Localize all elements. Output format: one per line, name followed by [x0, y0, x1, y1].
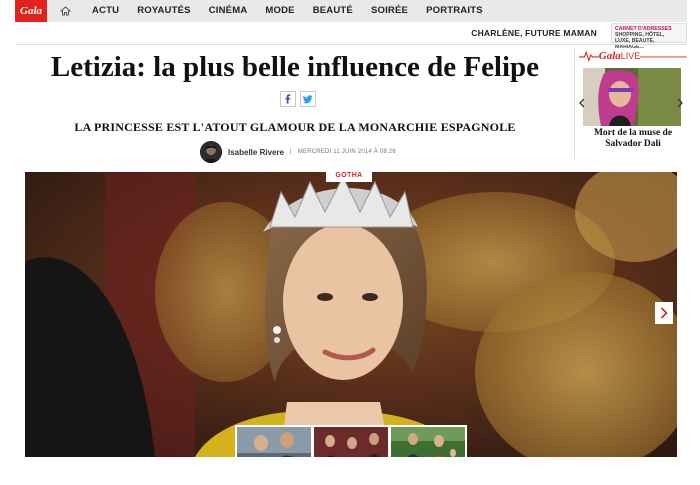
gala-live-logo: GalaLIVE	[599, 50, 641, 62]
trending-link[interactable]: CHARLÈNE, FUTURE MAMAN	[471, 28, 597, 38]
chevron-left-icon[interactable]	[577, 96, 587, 110]
gallery-thumbnail[interactable]	[314, 427, 388, 457]
divider	[15, 44, 687, 45]
gala-live-brand: Gala	[598, 50, 621, 62]
address-book-promo[interactable]: CARNET D'ADRESSES SHOPPING, HÔTEL, LUXE,…	[611, 23, 687, 50]
gala-live-widget: GalaLIVE Mort de la muse de Salvador Dal…	[574, 48, 687, 160]
chevron-right-icon	[660, 307, 668, 319]
gallery-thumbnail[interactable]	[237, 427, 311, 457]
gallery-thumbnails	[235, 425, 467, 457]
gala-live-suffix: LIVE	[620, 51, 641, 61]
gallery-next-button[interactable]	[655, 302, 673, 324]
main-menu: ACTU ROYAUTÉS CINÉMA MODE BEAUTÉ SOIRÉE …	[83, 0, 492, 22]
author-name[interactable]: Isabelle Rivere	[228, 148, 284, 157]
hero-photo	[25, 172, 677, 457]
nav-link-soiree[interactable]: SOIRÉE	[362, 0, 417, 22]
nav-link-actu[interactable]: ACTU	[83, 0, 128, 22]
separator: |	[290, 149, 292, 155]
nav-link-mode[interactable]: MODE	[256, 0, 303, 22]
gala-live-header: GalaLIVE	[575, 48, 687, 64]
nav-link-portraits[interactable]: PORTRAITS	[417, 0, 492, 22]
nav-link-royautes[interactable]: ROYAUTÉS	[128, 0, 200, 22]
hero-illustration	[25, 172, 677, 457]
article-subtitle: LA PRINCESSE EST L'ATOUT GLAMOUR DE LA M…	[74, 120, 516, 134]
chevron-right-icon[interactable]	[675, 96, 685, 110]
nav-link-cinema[interactable]: CINÉMA	[200, 0, 257, 22]
facebook-icon[interactable]	[280, 91, 296, 108]
category-tag[interactable]: GOTHA	[326, 168, 372, 182]
share-buttons	[280, 91, 316, 108]
sub-nav: CHARLÈNE, FUTURE MAMAN CARNET D'ADRESSES…	[15, 22, 687, 50]
gala-live-thumbnail[interactable]	[583, 68, 681, 126]
heartbeat-icon	[579, 50, 599, 62]
gallery-thumbnail[interactable]	[391, 427, 465, 457]
article-title: Letizia: la plus belle influence de Feli…	[50, 51, 540, 83]
article-title-block: Letizia: la plus belle influence de Feli…	[30, 52, 560, 112]
publish-date: MERCREDI 11 JUIN 2014 À 08:26	[297, 149, 396, 155]
home-icon[interactable]	[53, 0, 77, 22]
gala-live-caption[interactable]: Mort de la muse de Salvador Dali	[581, 128, 685, 150]
author-avatar[interactable]	[200, 141, 222, 163]
twitter-icon[interactable]	[300, 91, 316, 108]
gala-logo[interactable]: Gala	[15, 0, 47, 22]
nav-link-beaute[interactable]: BEAUTÉ	[304, 0, 362, 22]
top-nav: Gala ACTU ROYAUTÉS CINÉMA MODE BEAUTÉ SO…	[15, 0, 687, 22]
heartbeat-line	[640, 56, 687, 58]
byline: Isabelle Rivere | MERCREDI 11 JUIN 2014 …	[200, 140, 396, 164]
